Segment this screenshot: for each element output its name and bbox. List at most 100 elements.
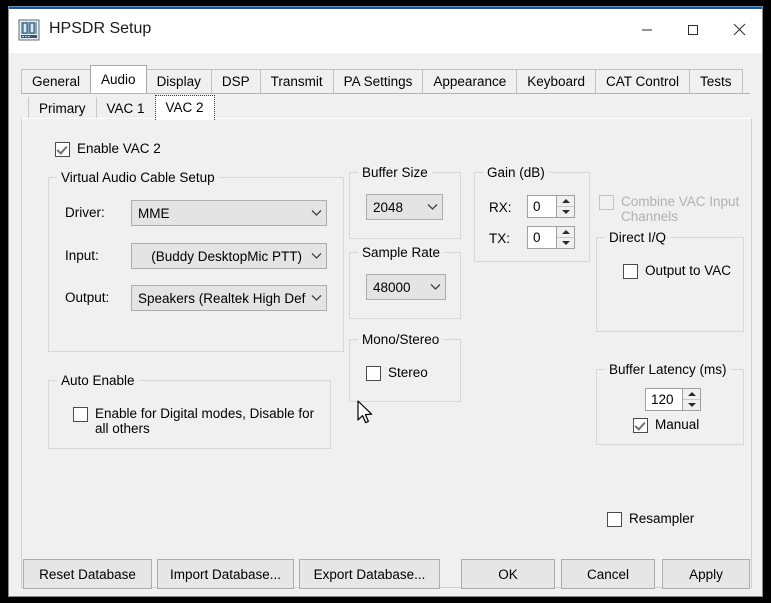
buffer-size-title: Buffer Size — [358, 165, 432, 180]
reset-database-button[interactable]: Reset Database — [23, 559, 152, 589]
sample-rate-group: Sample Rate 48000 — [349, 245, 461, 319]
gain-rx-spinner[interactable]: 0 — [527, 195, 575, 218]
mono-stereo-group: Mono/Stereo Stereo — [349, 332, 461, 402]
virtual-audio-cable-setup-group: Virtual Audio Cable Setup Driver: MME In… — [48, 170, 344, 352]
spinner-down-icon[interactable] — [557, 207, 574, 217]
mono-stereo-title: Mono/Stereo — [358, 332, 444, 347]
tab-vac-1[interactable]: VAC 1 — [95, 97, 156, 120]
chevron-down-icon — [306, 209, 326, 217]
gain-tx-label: TX: — [489, 231, 511, 246]
hpsdr-setup-window: HPSDR Setup General Audio Display DSP Tr — [8, 6, 763, 597]
enable-vac2-checkbox[interactable]: Enable VAC 2 — [55, 141, 161, 157]
tab-general[interactable]: General — [21, 69, 92, 93]
output-to-vac-checkbox[interactable]: Output to VAC — [623, 263, 731, 279]
chevron-down-icon — [422, 203, 442, 211]
auto-enable-group: Auto Enable Enable for Digital modes, Di… — [48, 373, 331, 449]
tab-appearance[interactable]: Appearance — [422, 69, 518, 93]
spinner-up-icon[interactable] — [683, 389, 700, 400]
combine-vac-input-channels-checkbox-box — [599, 195, 614, 210]
input-combobox[interactable]: (Buddy DesktopMic PTT) — [131, 243, 327, 269]
buffer-size-combobox[interactable]: 2048 — [366, 194, 443, 220]
tabstrip-secondary: Primary VAC 1 VAC 2 — [21, 93, 750, 120]
minimize-icon — [642, 29, 652, 30]
buffer-size-group: Buffer Size 2048 — [349, 165, 461, 239]
manual-checkbox[interactable]: Manual — [633, 417, 699, 433]
manual-label: Manual — [655, 417, 700, 432]
input-value: (Buddy DesktopMic PTT) — [151, 248, 302, 264]
driver-combobox[interactable]: MME — [131, 200, 327, 226]
gain-title: Gain (dB) — [483, 165, 549, 180]
enable-vac2-label: Enable VAC 2 — [77, 141, 161, 156]
tab-transmit[interactable]: Transmit — [259, 69, 334, 93]
output-to-vac-label: Output to VAC — [645, 263, 732, 278]
spinner-down-icon[interactable] — [683, 400, 700, 410]
tab-primary[interactable]: Primary — [28, 97, 97, 120]
chevron-down-icon — [306, 252, 326, 260]
virtual-audio-cable-setup-title: Virtual Audio Cable Setup — [57, 170, 219, 185]
stereo-checkbox-box — [366, 366, 381, 381]
buffer-latency-spinner[interactable]: 120 — [645, 388, 701, 411]
ok-button[interactable]: OK — [461, 559, 555, 589]
resampler-checkbox-box — [607, 512, 622, 527]
apply-button[interactable]: Apply — [662, 559, 750, 589]
gain-tx-value[interactable]: 0 — [528, 227, 556, 248]
tab-cat-control[interactable]: CAT Control — [595, 69, 691, 93]
tab-tests[interactable]: Tests — [689, 69, 743, 93]
enable-vac2-checkbox-box — [55, 142, 70, 157]
spinner-up-icon[interactable] — [557, 227, 574, 238]
tabstrip-primary: General Audio Display DSP Transmit PA Se… — [21, 65, 743, 93]
buffer-latency-title: Buffer Latency (ms) — [605, 362, 731, 377]
tab-audio[interactable]: Audio — [90, 65, 147, 93]
combine-vac-input-channels-checkbox[interactable]: Combine VAC Input Channels — [599, 194, 751, 224]
tab-pa-settings[interactable]: PA Settings — [332, 69, 424, 93]
vac2-settings-panel: Enable VAC 2 Virtual Audio Cable Setup D… — [21, 118, 752, 588]
close-button[interactable] — [716, 7, 762, 52]
auto-enable-title: Auto Enable — [57, 373, 139, 388]
resampler-checkbox[interactable]: Resampler — [607, 511, 694, 527]
resampler-label: Resampler — [629, 511, 695, 526]
import-database-button[interactable]: Import Database... — [157, 559, 294, 589]
close-icon — [733, 23, 745, 36]
sample-rate-value: 48000 — [373, 279, 411, 295]
minimize-button[interactable] — [624, 7, 670, 52]
buffer-latency-group: Buffer Latency (ms) 120 Manual — [596, 362, 744, 445]
auto-enable-digital-checkbox-box — [73, 407, 88, 422]
sample-rate-combobox[interactable]: 48000 — [366, 274, 446, 300]
driver-label: Driver: — [65, 205, 105, 220]
combine-vac-input-channels-label: Combine VAC Input Channels — [621, 194, 740, 224]
gain-tx-spinner[interactable]: 0 — [527, 226, 575, 249]
tab-vac-2[interactable]: VAC 2 — [154, 95, 215, 120]
cancel-button[interactable]: Cancel — [561, 559, 655, 589]
gain-tx-spinner-buttons — [556, 227, 574, 248]
gain-group: Gain (dB) RX: 0 TX: 0 — [474, 165, 590, 262]
dialog-body: General Audio Display DSP Transmit PA Se… — [9, 53, 762, 596]
auto-enable-digital-label: Enable for Digital modes, Disable for al… — [95, 406, 315, 436]
window-title: HPSDR Setup — [49, 20, 152, 37]
stereo-label: Stereo — [388, 365, 428, 380]
output-to-vac-checkbox-box — [623, 264, 638, 279]
driver-value: MME — [138, 205, 170, 221]
tab-dsp[interactable]: DSP — [210, 69, 261, 93]
title-bar: HPSDR Setup — [9, 7, 762, 53]
direct-iq-title: Direct I/Q — [605, 230, 671, 245]
output-value: Speakers (Realtek High Defi — [138, 290, 306, 306]
tab-display[interactable]: Display — [145, 69, 212, 93]
export-database-button[interactable]: Export Database... — [299, 559, 440, 589]
tab-keyboard[interactable]: Keyboard — [516, 69, 597, 93]
gain-rx-value[interactable]: 0 — [528, 196, 556, 217]
chevron-down-icon — [425, 283, 445, 291]
gain-rx-spinner-buttons — [556, 196, 574, 217]
spinner-up-icon[interactable] — [557, 196, 574, 207]
output-label: Output: — [65, 290, 110, 305]
gain-rx-label: RX: — [489, 200, 512, 215]
buffer-latency-value[interactable]: 120 — [646, 389, 682, 410]
manual-checkbox-box — [633, 418, 648, 433]
output-combobox[interactable]: Speakers (Realtek High Defi — [131, 285, 327, 311]
spinner-down-icon[interactable] — [557, 238, 574, 248]
stereo-checkbox[interactable]: Stereo — [366, 365, 428, 381]
maximize-button[interactable] — [670, 7, 716, 52]
sample-rate-title: Sample Rate — [358, 245, 445, 260]
maximize-icon — [688, 24, 698, 35]
auto-enable-digital-checkbox[interactable]: Enable for Digital modes, Disable for al… — [73, 406, 315, 436]
input-label: Input: — [65, 248, 99, 263]
